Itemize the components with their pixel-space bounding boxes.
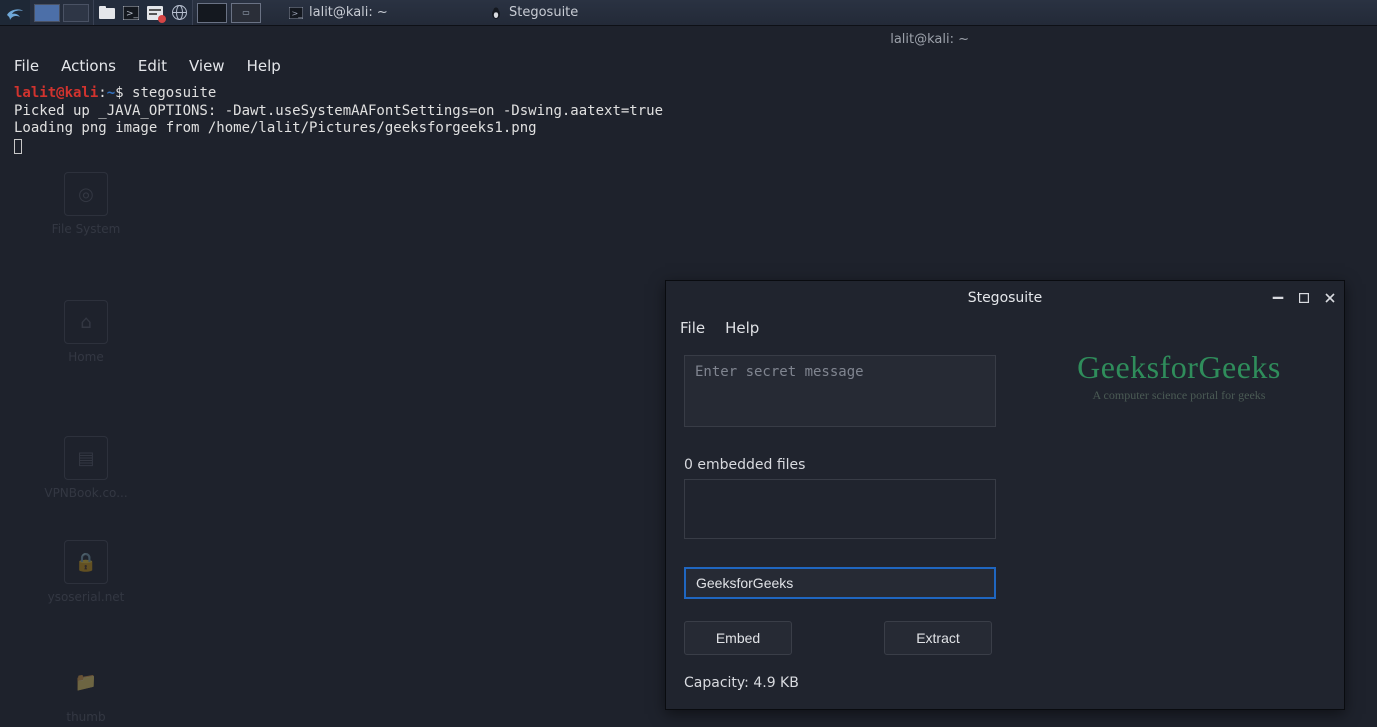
taskbar: >_ ▭ >_ lalit@kali: ~ Stegosuite (0, 0, 1377, 26)
task-thumb-1[interactable] (197, 3, 227, 23)
pager-workspace-1[interactable] (34, 4, 60, 22)
desktop-icon-label: thumb (38, 710, 134, 724)
menu-edit[interactable]: Edit (138, 57, 167, 75)
menu-help[interactable]: Help (247, 57, 281, 75)
terminal-command: stegosuite (132, 85, 216, 101)
stegosuite-menubar: File Help (666, 315, 1344, 347)
drive-icon: ◎ (64, 172, 108, 216)
embed-button[interactable]: Embed (684, 621, 792, 655)
image-text-title: GeeksforGeeks (1024, 349, 1334, 386)
kali-logo-icon (5, 3, 25, 23)
password-input[interactable] (684, 567, 996, 599)
image-text-subtitle: A computer science portal for geeks (1024, 388, 1334, 403)
file-icon: ▤ (64, 436, 108, 480)
taskbar-thumbnails: ▭ (193, 0, 265, 25)
start-menu-button[interactable] (0, 0, 30, 25)
home-icon: ⌂ (64, 300, 108, 344)
terminal-cursor (14, 139, 22, 154)
desktop-icon-label: Home (38, 350, 134, 364)
extract-button[interactable]: Extract (884, 621, 992, 655)
terminal-launcher-icon[interactable]: >_ (122, 5, 140, 21)
menu-actions[interactable]: Actions (61, 57, 116, 75)
penguin-icon (489, 6, 503, 20)
desktop-icon-ysoserial[interactable]: 🔒 ysoserial.net (38, 540, 134, 604)
taskbar-window-stegosuite[interactable]: Stegosuite (475, 0, 675, 25)
menu-file[interactable]: File (14, 57, 39, 75)
loaded-image-preview: GeeksforGeeks A computer science portal … (1024, 349, 1334, 403)
prompt-userhost: lalit@kali (14, 85, 98, 101)
folder-icon: 📁 (64, 660, 108, 704)
pager-workspace-2[interactable] (63, 4, 89, 22)
embedded-files-list[interactable] (684, 479, 996, 539)
close-icon[interactable] (1322, 290, 1338, 306)
editor-launcher-icon[interactable] (146, 5, 164, 21)
taskbar-launchers: >_ (93, 0, 193, 25)
secret-message-input[interactable] (684, 355, 996, 427)
desktop-icon-label: ysoserial.net (38, 590, 134, 604)
taskbar-window-list: >_ lalit@kali: ~ Stegosuite (275, 0, 675, 25)
svg-text:>_: >_ (292, 9, 304, 18)
terminal-line: Picked up _JAVA_OPTIONS: -Dawt.useSystem… (14, 103, 663, 119)
taskbar-window-terminal[interactable]: >_ lalit@kali: ~ (275, 0, 475, 25)
menu-view[interactable]: View (189, 57, 225, 75)
desktop-icon-filesystem[interactable]: ◎ File System (38, 172, 134, 236)
minimize-icon[interactable]: ‒ (1270, 290, 1286, 306)
terminal-title: lalit@kali: ~ (0, 26, 1377, 47)
capacity-label: Capacity: 4.9 KB (684, 675, 996, 701)
lock-icon: 🔒 (64, 540, 108, 584)
taskbar-window-label: Stegosuite (509, 5, 578, 20)
window-title: Stegosuite (968, 290, 1043, 306)
terminal-output[interactable]: lalit@kali:~$ stegosuite Picked up _JAVA… (0, 81, 1377, 159)
browser-launcher-icon[interactable] (170, 5, 188, 21)
files-launcher-icon[interactable] (98, 5, 116, 21)
menu-help[interactable]: Help (725, 319, 759, 337)
embedded-files-label: 0 embedded files (684, 457, 996, 473)
maximize-icon[interactable] (1296, 290, 1312, 306)
window-controls: ‒ (1270, 281, 1338, 315)
stegosuite-window: Stegosuite ‒ File Help 0 embedded files … (665, 280, 1345, 710)
desktop-icon-vpnbook[interactable]: ▤ VPNBook.co... (38, 436, 134, 500)
terminal-icon: >_ (289, 6, 303, 20)
desktop-icon-home[interactable]: ⌂ Home (38, 300, 134, 364)
prompt-path: ~ (107, 85, 115, 101)
desktop-icon-label: File System (38, 222, 134, 236)
workspace-pager[interactable] (30, 0, 93, 25)
desktop-icon-label: VPNBook.co... (38, 486, 134, 500)
menu-file[interactable]: File (680, 319, 705, 337)
terminal-menubar: File Actions Edit View Help (0, 47, 1377, 81)
terminal-line: Loading png image from /home/lalit/Pictu… (14, 120, 537, 136)
svg-text:>_: >_ (126, 9, 139, 19)
desktop-icon-thumb[interactable]: 📁 thumb (38, 660, 134, 724)
stegosuite-titlebar[interactable]: Stegosuite ‒ (666, 281, 1344, 315)
task-thumb-2[interactable]: ▭ (231, 3, 261, 23)
taskbar-window-label: lalit@kali: ~ (309, 5, 388, 20)
